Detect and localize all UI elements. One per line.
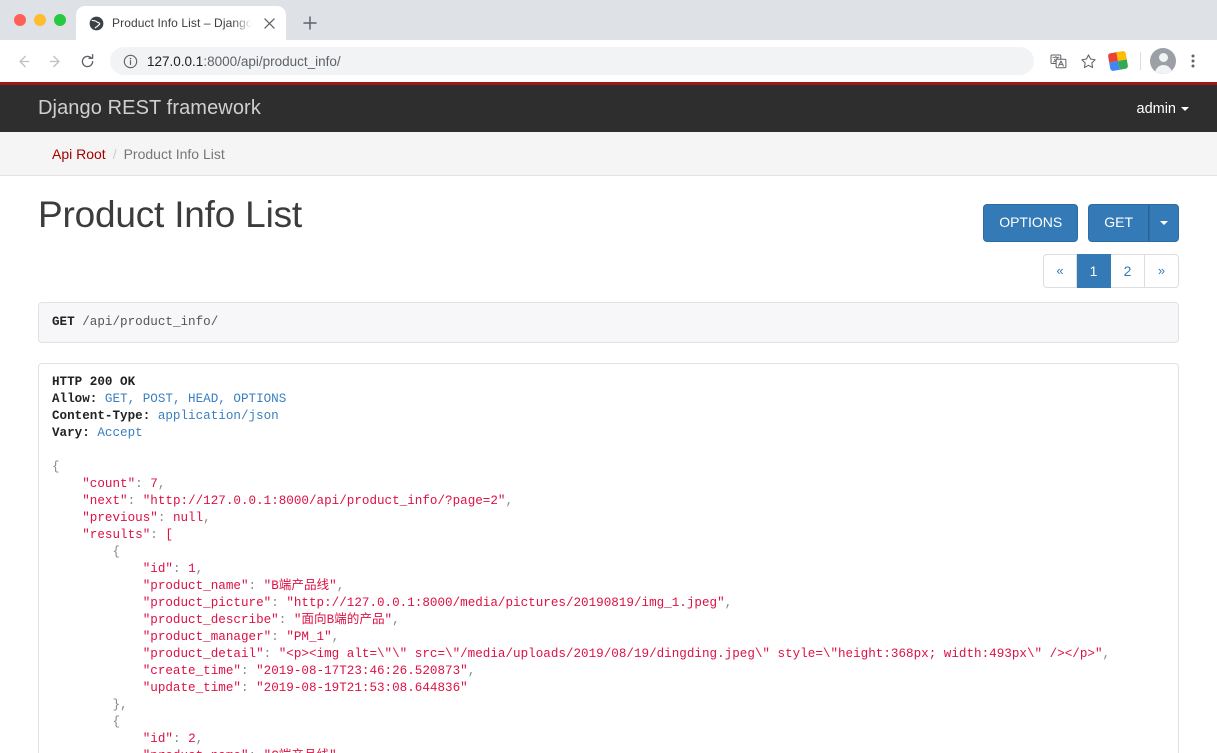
user-menu-label: admin <box>1136 100 1177 117</box>
window-traffic-lights <box>10 0 76 40</box>
request-panel: GET /api/product_info/ <box>38 301 1179 343</box>
breadcrumb-separator: / <box>112 145 117 162</box>
request-line: GET /api/product_info/ <box>52 314 1165 331</box>
pagination-page-2[interactable]: 2 <box>1111 253 1145 288</box>
toolbar-divider <box>1140 52 1141 70</box>
tab-strip: Product Info List – Django RES <box>0 0 1217 40</box>
header-name: Allow: <box>52 391 98 406</box>
title-row: Product Info List OPTIONS GET <box>38 176 1179 248</box>
back-button[interactable] <box>8 46 38 76</box>
window-maximize-button[interactable] <box>54 14 66 26</box>
response-panel: HTTP 200 OK Allow: GET, POST, HEAD, OPTI… <box>38 362 1179 753</box>
response-header-vary: Vary: Accept <box>52 425 1165 442</box>
user-menu[interactable]: admin <box>1136 100 1189 117</box>
breadcrumb-item-current: Product Info List <box>123 145 225 162</box>
pagination-last[interactable]: » <box>1145 253 1179 288</box>
browser-chrome: Product Info List – Django RES <box>0 0 1217 82</box>
response-header-content-type: Content-Type: application/json <box>52 408 1165 425</box>
info-circle-icon[interactable] <box>122 53 138 69</box>
drf-brand[interactable]: Django REST framework <box>38 97 261 120</box>
breadcrumb: Api Root / Product Info List <box>52 146 225 162</box>
breadcrumb-bar: Api Root / Product Info List <box>0 132 1217 176</box>
get-button-group: GET <box>1088 204 1179 242</box>
get-dropdown-button[interactable] <box>1149 204 1179 242</box>
pagination-row: « 1 2 » <box>38 248 1179 302</box>
toolbar-actions <box>1044 47 1207 75</box>
address-host: 127.0.0.1 <box>147 53 204 69</box>
header-name: Content-Type: <box>52 408 151 423</box>
get-button[interactable]: GET <box>1088 204 1149 242</box>
header-value: application/json <box>157 408 279 423</box>
drf-browsable-api-page: Django REST framework admin Api Root / P… <box>0 82 1217 753</box>
options-button[interactable]: OPTIONS <box>983 204 1079 242</box>
address-path: :8000/api/product_info/ <box>203 53 341 69</box>
page-content: Product Info List OPTIONS GET « 1 2 » GE… <box>0 176 1217 753</box>
address-bar[interactable]: 127.0.0.1:8000/api/product_info/ <box>110 47 1034 75</box>
close-icon[interactable] <box>260 14 278 32</box>
new-tab-button[interactable] <box>296 9 324 37</box>
tab-title: Product Info List – Django RES <box>112 16 252 30</box>
chevron-down-icon <box>1160 220 1168 225</box>
window-close-button[interactable] <box>14 14 26 26</box>
pagination-first[interactable]: « <box>1043 253 1077 288</box>
star-icon[interactable] <box>1074 47 1102 75</box>
browser-tab[interactable]: Product Info List – Django RES <box>76 6 286 40</box>
extension-icon[interactable] <box>1104 47 1132 75</box>
pagination: « 1 2 » <box>1043 253 1179 288</box>
translate-icon[interactable] <box>1044 47 1072 75</box>
pagination-page-1[interactable]: 1 <box>1077 253 1111 288</box>
header-name: Vary: <box>52 425 90 440</box>
response-body: { "count": 7, "next": "http://127.0.0.1:… <box>52 459 1111 753</box>
address-bar-url: 127.0.0.1:8000/api/product_info/ <box>147 54 341 69</box>
action-buttons: OPTIONS GET <box>983 194 1179 242</box>
breadcrumb-item-api-root[interactable]: Api Root <box>52 146 106 162</box>
drf-navbar: Django REST framework admin <box>0 82 1217 132</box>
request-path: /api/product_info/ <box>82 314 219 329</box>
response-header-allow: Allow: GET, POST, HEAD, OPTIONS <box>52 391 1165 408</box>
three-dot-menu-icon[interactable] <box>1179 47 1207 75</box>
forward-button[interactable] <box>40 46 70 76</box>
header-value: Accept <box>97 425 143 440</box>
page-title: Product Info List <box>38 194 302 235</box>
avatar-icon[interactable] <box>1149 47 1177 75</box>
reload-button[interactable] <box>72 46 102 76</box>
globe-icon <box>88 15 104 31</box>
window-minimize-button[interactable] <box>34 14 46 26</box>
header-value: GET, POST, HEAD, OPTIONS <box>104 391 287 406</box>
request-method: GET <box>52 314 75 329</box>
browser-toolbar: 127.0.0.1:8000/api/product_info/ <box>0 40 1217 82</box>
response-status-line: HTTP 200 OK <box>52 374 1165 391</box>
chevron-down-icon <box>1181 106 1189 111</box>
response-status-text: HTTP 200 OK <box>52 374 136 389</box>
